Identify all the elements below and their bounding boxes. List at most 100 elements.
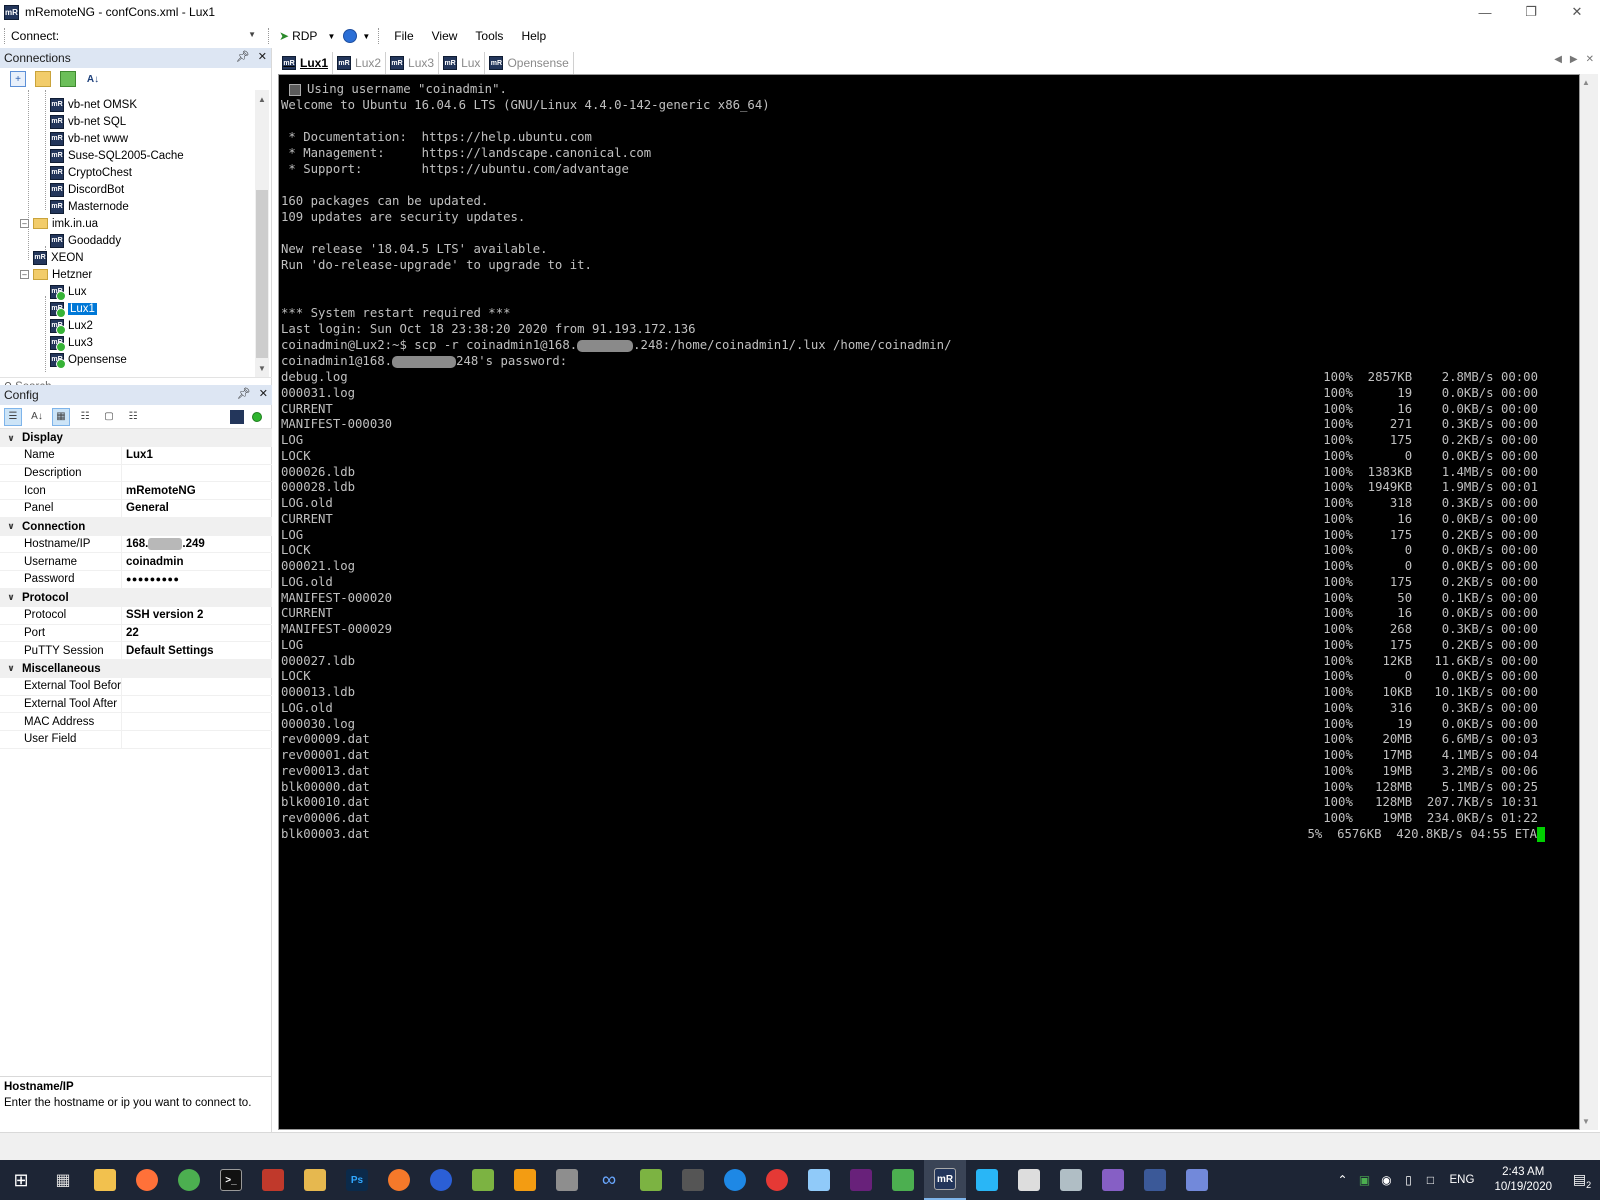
property-row[interactable]: Username coinadmin [0,553,272,572]
property-row[interactable]: Panel General [0,500,272,518]
mremoteng-taskbar-button[interactable]: mR [924,1160,966,1200]
tree-item-cryptochest[interactable]: mR CryptoChest [50,164,132,181]
quick-connect-input[interactable]: ▼ [63,27,259,45]
menu-help[interactable]: Help [512,26,555,46]
tree-item-vb-net-omsk[interactable]: mR vb-net OMSK [50,96,137,113]
menu-view[interactable]: View [423,26,467,46]
chrome-button[interactable] [168,1160,210,1200]
ssh-terminal[interactable]: Using username "coinadmin". Welcome to U… [278,74,1580,1130]
task-view-button[interactable]: ▦ [42,1160,84,1200]
properties-icon[interactable]: ▦ [52,407,70,426]
tree-item-lux[interactable]: mR Lux [50,283,87,301]
tree-scrollbar[interactable]: ▲ ▼ [255,90,269,377]
chevron-down-icon[interactable]: ∨ [0,433,22,444]
property-row[interactable]: Port 22 [0,624,272,643]
app-button[interactable] [714,1160,756,1200]
tree-item-lux3[interactable]: mR Lux3 [50,334,93,352]
categorized-icon[interactable]: ☰ [4,407,22,426]
tray-app-icon[interactable]: ▣ [1354,1173,1376,1187]
app-button[interactable] [1050,1160,1092,1200]
collapse-icon[interactable]: – [20,219,29,228]
tab-opensense[interactable]: mR Opensense [485,52,574,74]
tree-item-lux1[interactable]: mR Lux1 [50,300,97,318]
chevron-down-icon[interactable]: ▼ [327,32,335,41]
scroll-down-icon[interactable]: ▼ [1582,1117,1590,1126]
photoshop-button[interactable]: Ps [336,1160,378,1200]
tree-item-lux2[interactable]: mR Lux2 [50,317,93,335]
input-language[interactable]: ENG [1450,1174,1475,1186]
category-protocol[interactable]: ∨ Protocol [0,588,272,607]
default-props-icon[interactable]: ▢ [100,408,118,426]
network-icon[interactable]: □ [1420,1173,1442,1187]
property-row[interactable]: Name Lux1 [0,447,272,465]
tab-lux3[interactable]: mR Lux3 [386,52,440,74]
file-explorer-button[interactable] [84,1160,126,1200]
discord-tray-icon[interactable]: ◉ [1376,1173,1398,1187]
tree-item-goodaddy[interactable]: mR Goodaddy [50,232,121,249]
toolbar-grip[interactable] [378,28,381,44]
app-button[interactable] [1134,1160,1176,1200]
restore-button[interactable]: ❐ [1508,0,1554,24]
menu-tools[interactable]: Tools [466,26,512,46]
new-connection-icon[interactable]: + [10,71,26,87]
property-row[interactable]: User Field [0,730,272,749]
discord-button[interactable] [1176,1160,1218,1200]
tree-folder-hetzner[interactable]: – Hetzner [20,266,92,283]
action-center-button[interactable]: ▤2 [1564,1171,1600,1190]
scroll-thumb[interactable] [256,190,268,358]
folder-button[interactable] [294,1160,336,1200]
firefox-button[interactable] [126,1160,168,1200]
opera-button[interactable] [756,1160,798,1200]
tree-item-xeon[interactable]: mR XEON [33,249,84,266]
sort-ascending-icon[interactable]: A↓ [85,71,101,87]
chevron-down-icon[interactable]: ∨ [0,663,22,674]
tab-lux[interactable]: mR Lux [439,52,486,74]
connection-icon[interactable] [228,408,246,426]
app-button[interactable] [546,1160,588,1200]
toolbar-grip[interactable] [268,28,271,44]
app-button[interactable] [504,1160,546,1200]
tree-item-suse-sql[interactable]: mR Suse-SQL2005-Cache [50,147,184,164]
tree-item-masternode[interactable]: mR Masternode [50,198,129,215]
property-row[interactable]: External Tool After [0,695,272,714]
pin-icon[interactable]: 📌︎ [236,50,250,63]
tree-item-opensense[interactable]: mR Opensense [50,351,127,369]
blender-button[interactable] [378,1160,420,1200]
chevron-down-icon[interactable]: ∨ [0,521,22,532]
app-button[interactable] [420,1160,462,1200]
close-tab-icon[interactable]: ✕ [1586,54,1594,65]
scroll-up-icon[interactable]: ▲ [255,92,269,106]
visual-studio-button[interactable] [1092,1160,1134,1200]
alphabetical-icon[interactable]: A↓ [28,408,46,426]
hostname-value[interactable]: 168. .249 [122,538,205,550]
app-button[interactable] [798,1160,840,1200]
property-row[interactable]: Protocol SSH version 2 [0,606,272,625]
tab-scroll-right-icon[interactable]: ▶ [1570,54,1578,65]
chevron-down-icon[interactable]: ∨ [0,592,22,603]
app-button[interactable] [966,1160,1008,1200]
toolbar-grip[interactable] [4,28,7,44]
app-button[interactable] [1008,1160,1050,1200]
terminal-scrollbar[interactable]: ▲ ▼ [1580,74,1598,1130]
close-icon[interactable]: ✕ [258,50,267,63]
tree-item-vb-net-sql[interactable]: mR vb-net SQL [50,113,126,130]
expand-all-icon[interactable] [60,71,76,87]
inheritance-icon[interactable]: ☷ [76,408,94,426]
chevron-up-icon[interactable]: ⌃ [1332,1173,1354,1187]
usb-icon[interactable]: ▯ [1398,1173,1420,1187]
collapse-icon[interactable]: – [20,270,29,279]
category-misc[interactable]: ∨ Miscellaneous [0,659,272,678]
video-button[interactable] [672,1160,714,1200]
app-button[interactable] [882,1160,924,1200]
tree-item-discordbot[interactable]: mR DiscordBot [50,181,124,198]
property-row-hostname[interactable]: Hostname/IP 168. .249 [0,535,272,554]
tab-scroll-left-icon[interactable]: ◀ [1554,54,1562,65]
default-inheritance-icon[interactable]: ☷ [124,408,142,426]
terminal-button[interactable]: >_ [210,1160,252,1200]
rdp-protocol-button[interactable]: ➤ RDP ▼ [275,26,339,46]
property-row[interactable]: Description [0,464,272,483]
clock[interactable]: 2:43 AM 10/19/2020 [1494,1165,1552,1195]
external-tools-button[interactable]: ▼ [339,26,374,46]
property-row[interactable]: Icon mRemoteNG [0,482,272,501]
scroll-down-icon[interactable]: ▼ [255,361,269,375]
